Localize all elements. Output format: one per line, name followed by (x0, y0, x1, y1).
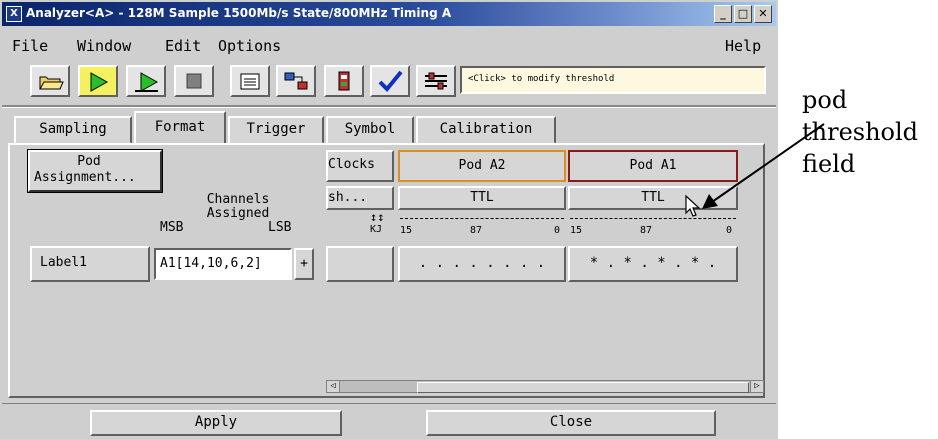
add-channel-button[interactable]: + (294, 248, 314, 280)
menu-bar: File Window Edit Options Help (2, 30, 776, 62)
open-folder-icon (39, 76, 64, 90)
pod-a1-bit-mid: 87 (640, 225, 653, 236)
threshold-settings-button[interactable] (416, 65, 456, 97)
tab-sampling[interactable]: Sampling (14, 116, 132, 144)
msb-label: MSB (160, 220, 184, 235)
pod-a2-bit-high: 15 (400, 225, 413, 236)
clock-activity-cell[interactable] (326, 246, 394, 282)
network-button[interactable] (276, 65, 316, 97)
scroll-thumb[interactable] (417, 382, 749, 393)
pod-a2-threshold-button[interactable]: TTL (398, 186, 566, 210)
clock-arrows-icon: ↕↕ (370, 210, 385, 224)
annotation-line-1: pod (802, 86, 848, 114)
channels-heading-1: Channels (206, 192, 270, 207)
pod-a2-header[interactable]: Pod A2 (398, 150, 566, 182)
annotation-arrow-icon (702, 123, 825, 209)
window-title: Analyzer<A> - 128M Sample 1500Mb/s State… (26, 6, 452, 20)
run-repetitive-icon (135, 72, 159, 92)
module-button[interactable] (324, 65, 364, 97)
toolbar: <Click> to modify threshold (30, 65, 770, 101)
close-button[interactable]: Close (426, 410, 716, 436)
pod-assignment-label-1: Pod (77, 154, 101, 169)
label-name-button[interactable]: Label1 (30, 246, 150, 282)
minimize-button[interactable]: _ (714, 5, 732, 23)
pod-a2-bit-mid: 87 (470, 225, 483, 236)
scroll-left-arrow-icon[interactable]: ◁ (327, 381, 340, 392)
threshold-settings-icon (425, 72, 447, 90)
list-button[interactable] (230, 65, 270, 97)
run-single-icon (90, 72, 109, 92)
clock-bits-label: KJ (370, 224, 383, 235)
menu-window[interactable]: Window (77, 37, 131, 55)
pod-a2-bit-low: 0 (554, 225, 561, 236)
pod-a1-bit-high: 15 (570, 225, 583, 236)
analyzer-window: X Analyzer<A> - 128M Sample 1500Mb/s Sta… (0, 0, 778, 439)
app-icon[interactable]: X (6, 6, 22, 22)
pod-a2-bit-ruler (400, 218, 564, 220)
run-repetitive-button[interactable] (126, 65, 166, 97)
list-icon (240, 73, 260, 90)
checkmark-icon (378, 70, 403, 92)
scroll-right-arrow-icon[interactable]: ▷ (750, 381, 763, 392)
menu-options[interactable]: Options (218, 37, 281, 55)
open-button[interactable] (30, 65, 70, 97)
check-button[interactable] (370, 65, 410, 97)
maximize-button[interactable]: □ (734, 5, 752, 23)
separator (2, 105, 776, 108)
clock-threshold-button[interactable]: sh... (326, 186, 394, 210)
clocks-header[interactable]: Clocks (326, 150, 394, 182)
tab-calibration[interactable]: Calibration (416, 116, 556, 144)
title-bar[interactable]: X Analyzer<A> - 128M Sample 1500Mb/s Sta… (2, 2, 776, 26)
status-message-field: <Click> to modify threshold (460, 66, 766, 94)
tab-trigger[interactable]: Trigger (228, 116, 324, 144)
stop-button[interactable] (174, 65, 214, 97)
stop-icon (186, 73, 202, 89)
close-window-button[interactable]: ✕ (754, 5, 772, 23)
pod-a1-activity[interactable]: * . * . * . * . (568, 246, 738, 282)
menu-edit[interactable]: Edit (165, 37, 201, 55)
label-channels-field[interactable]: A1[14,10,6,2] (154, 248, 292, 280)
apply-button[interactable]: Apply (90, 410, 342, 436)
network-icon (284, 72, 308, 90)
dialog-button-bar: Apply Close (2, 403, 776, 438)
pod-a2-activity[interactable]: . . . . . . . . (398, 246, 566, 282)
pod-assignment-button[interactable]: Pod Assignment... (27, 149, 163, 193)
menu-file[interactable]: File (12, 37, 48, 55)
run-single-button[interactable] (78, 65, 118, 97)
module-icon (338, 71, 350, 91)
channels-heading-2: Assigned (206, 206, 270, 221)
lsb-label: LSB (268, 220, 292, 235)
horizontal-scrollbar[interactable]: ◁ ▷ (326, 380, 764, 393)
menu-help[interactable]: Help (725, 37, 761, 55)
pod-assignment-label-2: Assignment... (34, 170, 136, 185)
tab-format[interactable]: Format (134, 111, 226, 143)
pod-a1-bit-low: 0 (726, 225, 733, 236)
tab-symbol[interactable]: Symbol (326, 116, 414, 144)
